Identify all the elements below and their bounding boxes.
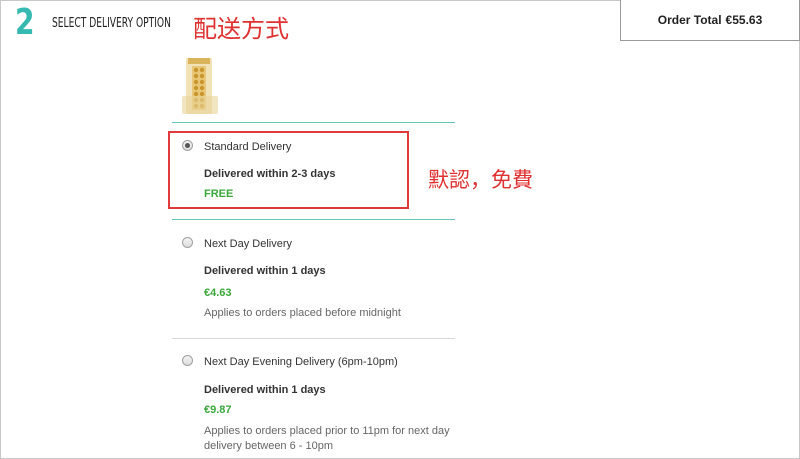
order-total-box: Order Total €55.63 bbox=[620, 0, 800, 41]
order-total-label: Order Total bbox=[657, 13, 722, 27]
annotation-highlight-box bbox=[168, 131, 409, 209]
radio-next-day-delivery[interactable] bbox=[182, 237, 193, 248]
option-note: Applies to orders placed before midnight bbox=[204, 307, 401, 319]
product-image bbox=[182, 58, 218, 114]
step-title: SELECT DELIVERY OPTION bbox=[52, 16, 171, 31]
annotation-title: 配送方式 bbox=[193, 15, 289, 43]
option-price: €9.87 bbox=[204, 404, 232, 416]
option-delivery-time: Delivered within 1 days bbox=[204, 265, 326, 277]
option-price: €4.63 bbox=[204, 287, 232, 299]
divider bbox=[172, 338, 455, 339]
option-delivery-time: Delivered within 1 days bbox=[204, 384, 326, 396]
divider bbox=[172, 219, 455, 220]
delivery-option-next-day-evening[interactable]: Next Day Evening Delivery (6pm-10pm) Del… bbox=[172, 346, 455, 458]
radio-next-day-evening-delivery[interactable] bbox=[182, 355, 193, 366]
order-total-amount: €55.63 bbox=[725, 13, 763, 27]
step-number: 2 bbox=[15, 2, 35, 43]
divider bbox=[172, 122, 455, 123]
delivery-option-next-day[interactable]: Next Day Delivery Delivered within 1 day… bbox=[172, 228, 455, 333]
annotation-side: 默認，免費 bbox=[428, 168, 533, 192]
option-name: Next Day Evening Delivery (6pm-10pm) bbox=[204, 356, 398, 368]
option-name: Next Day Delivery bbox=[204, 238, 293, 250]
option-note: Applies to orders placed prior to 11pm f… bbox=[204, 425, 450, 452]
